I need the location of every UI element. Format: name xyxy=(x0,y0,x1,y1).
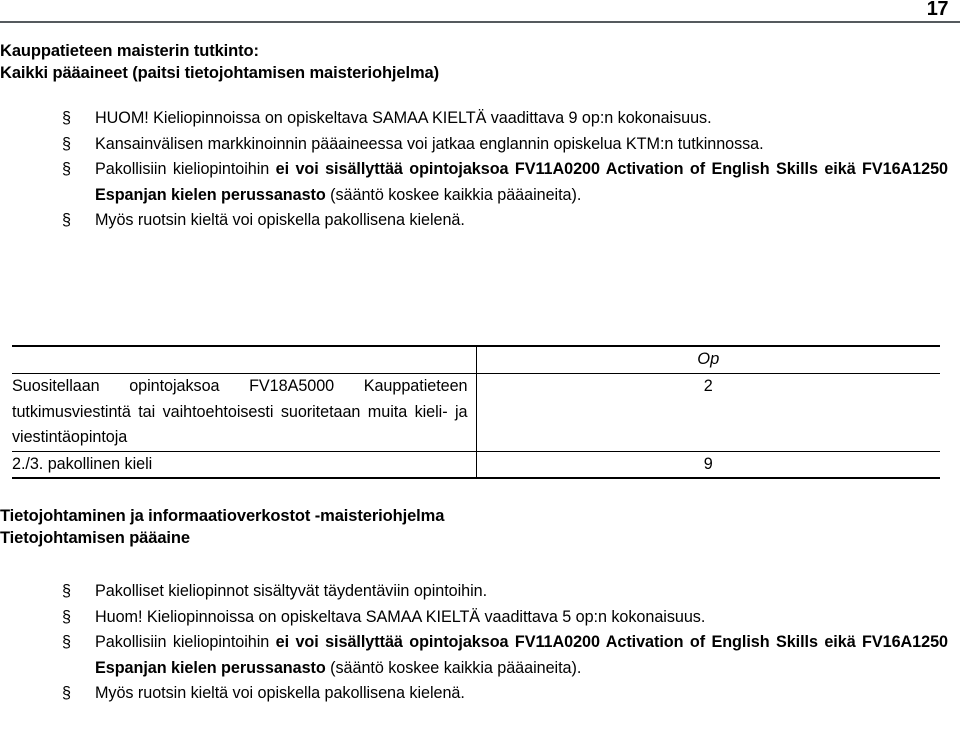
table-header-description xyxy=(12,345,476,374)
credits-table: Op Suositellaan opintojaksoa FV18A5000 K… xyxy=(12,345,940,479)
plain-text: HUOM! Kieliopinnoissa on opiskeltava SAM… xyxy=(95,109,712,127)
section-sign-icon: § xyxy=(62,134,71,153)
table-cell-credits: 9 xyxy=(475,451,940,479)
section-sign-icon: § xyxy=(62,607,71,626)
header-divider-rule xyxy=(0,21,960,23)
document-page: 17 Kauppatieteen maisterin tutkinto: Kai… xyxy=(0,0,960,752)
section-sign-icon: § xyxy=(62,582,71,600)
plain-text: Pakollisiin kieliopintoihin xyxy=(95,633,276,651)
list-item-text: HUOM! Kieliopinnoissa on opiskeltava SAM… xyxy=(95,106,948,132)
page-number: 17 xyxy=(926,0,949,20)
list-item: § Pakollisiin kieliopintoihin ei voi sisä… xyxy=(62,157,948,208)
plain-text: Pakollisiin kieliopintoihin xyxy=(95,160,276,178)
plain-text: Kansainvälisen markkinoinnin pääaineessa… xyxy=(95,134,764,153)
program-title: Tietojohtaminen ja informaatioverkostot … xyxy=(0,507,445,525)
table-cell-description: Suositellaan opintojaksoa FV18A5000 Kaup… xyxy=(12,373,476,452)
table-cell-description: 2./3. pakollinen kieli xyxy=(12,451,476,479)
list-item: § Pakollisiin kieliopintoihin ei voi sisä… xyxy=(62,630,948,681)
page-header: 17 xyxy=(0,0,960,26)
plain-text: (sääntö koskee kaikkia pääaineita). xyxy=(325,185,582,204)
list-item-text: Myös ruotsin kieltä voi opiskella pakoll… xyxy=(95,208,948,234)
section-sign-icon: § xyxy=(62,160,71,178)
table-cell-credits: 2 xyxy=(475,373,940,452)
list-item: § Myös ruotsin kieltä voi opiskella pakol… xyxy=(62,208,948,234)
bullet-list-lower: § Pakolliset kieliopinnot sisältyvät täyd… xyxy=(0,579,960,707)
lower-section: Tietojohtaminen ja informaatioverkostot … xyxy=(0,505,960,707)
table-header-credits: Op xyxy=(475,345,940,374)
list-item-text: Kansainvälisen markkinoinnin pääaineessa… xyxy=(95,132,948,158)
section-sign-icon: § xyxy=(62,633,71,651)
list-item-text: Huom! Kieliopinnoissa on opiskeltava SAM… xyxy=(95,605,948,631)
major-title: Tietojohtamisen pääaine xyxy=(0,529,190,547)
list-item: § Huom! Kieliopinnoissa on opiskeltava SA… xyxy=(62,605,948,631)
page-title: Kauppatieteen maisterin tutkinto: xyxy=(0,42,259,60)
bullet-list-top: § HUOM! Kieliopinnoissa on opiskeltava SA… xyxy=(0,106,960,234)
document-subtitle: Kaikki pääaineet (paitsi tietojohtamisen… xyxy=(0,64,440,82)
plain-text: Huom! Kieliopinnoissa on opiskeltava SAM… xyxy=(95,607,706,626)
list-item: § Kansainvälisen markkinoinnin pääaineess… xyxy=(62,132,948,158)
table-row: Suositellaan opintojaksoa FV18A5000 Kaup… xyxy=(12,373,940,452)
table-header-row: Op xyxy=(12,345,940,374)
plain-text: Pakolliset kieliopinnot sisältyvät täyde… xyxy=(95,582,488,600)
list-item-text: Pakolliset kieliopinnot sisältyvät täyde… xyxy=(95,579,948,605)
list-item-text: Pakollisiin kieliopintoihin ei voi sisäl… xyxy=(95,157,948,208)
plain-text: (sääntö koskee kaikkia pääaineita). xyxy=(325,658,582,677)
table-row: 2./3. pakollinen kieli 9 xyxy=(12,451,940,479)
plain-text: Myös ruotsin kieltä voi opiskella pakoll… xyxy=(95,211,465,229)
list-item: § HUOM! Kieliopinnoissa on opiskeltava SA… xyxy=(62,106,948,132)
list-item: § Pakolliset kieliopinnot sisältyvät täyd… xyxy=(62,579,948,605)
list-item-text: Myös ruotsin kieltä voi opiskella pakoll… xyxy=(95,681,948,707)
section-sign-icon: § xyxy=(62,109,71,127)
section-sign-icon: § xyxy=(62,684,71,702)
list-item-text: Pakollisiin kieliopintoihin ei voi sisäl… xyxy=(95,630,948,681)
list-item: § Myös ruotsin kieltä voi opiskella pakol… xyxy=(62,681,948,707)
document-body: Kauppatieteen maisterin tutkinto: Kaikki… xyxy=(0,40,960,234)
plain-text: Myös ruotsin kieltä voi opiskella pakoll… xyxy=(95,684,465,702)
section-sign-icon: § xyxy=(62,211,71,229)
